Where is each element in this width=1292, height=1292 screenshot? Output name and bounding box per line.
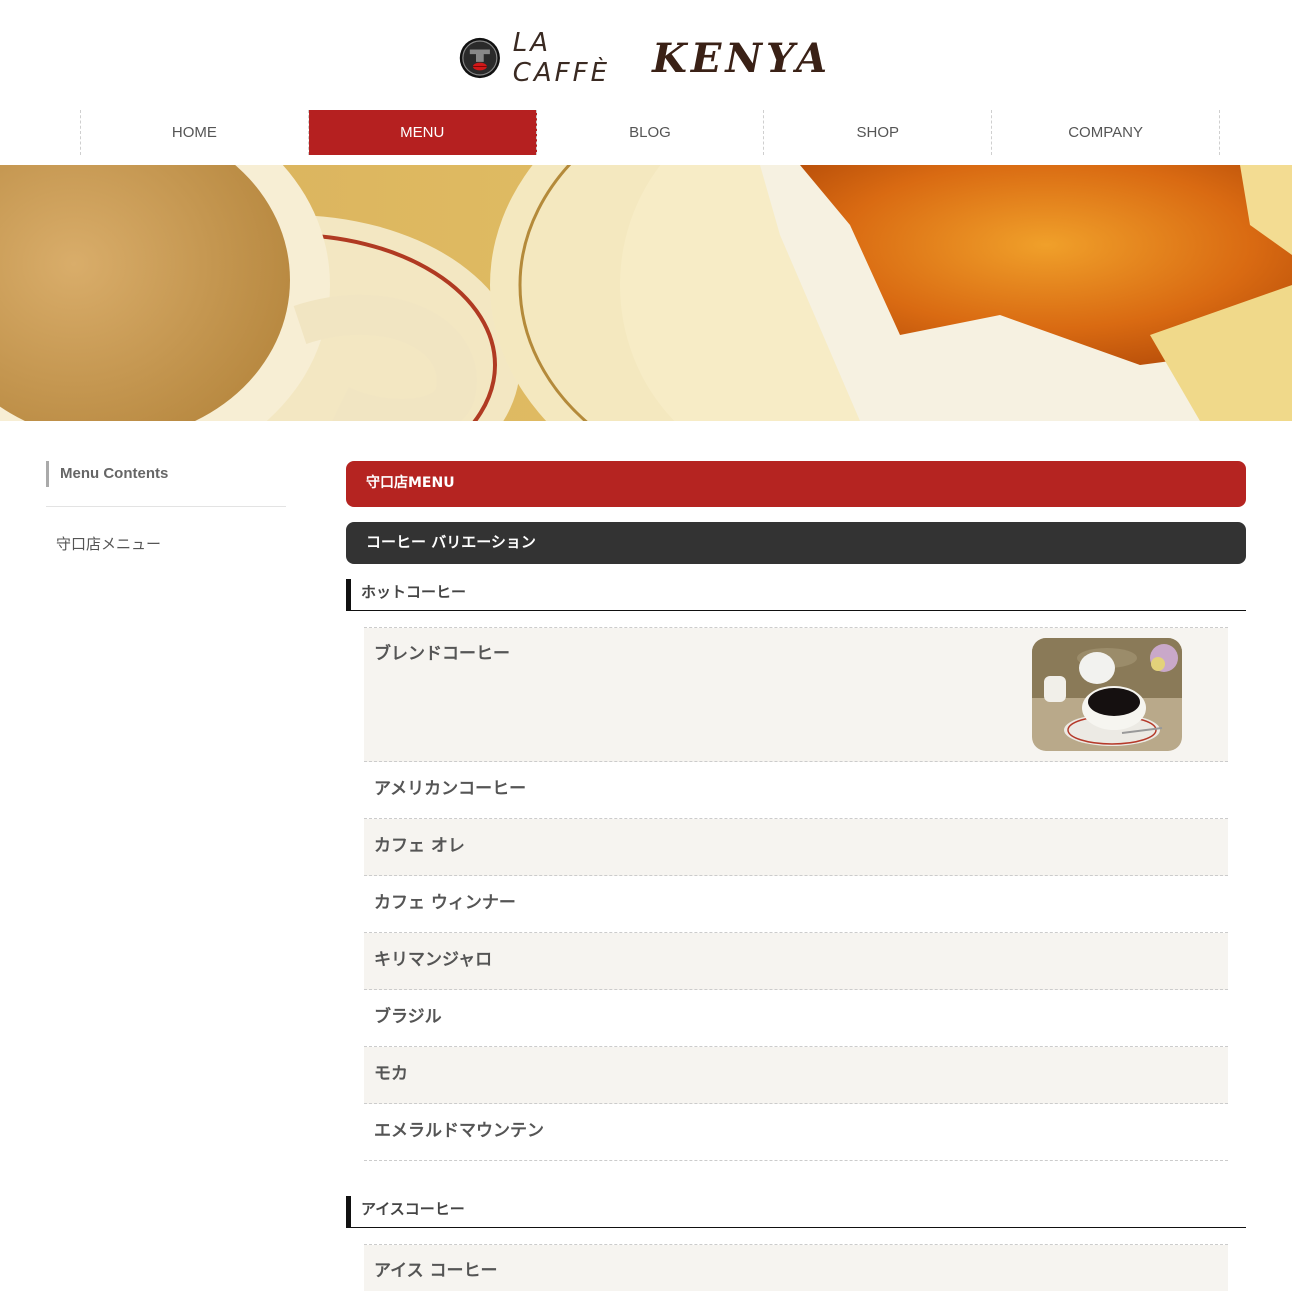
nav-company[interactable]: COMPANY (992, 110, 1220, 155)
list-item: アイス コーヒー (364, 1245, 1228, 1291)
main-content: 守口店MENU コーヒー バリエーション ホットコーヒー ブレンドコーヒー アメ… (346, 461, 1246, 1291)
global-nav: HOME MENU BLOG SHOP COMPANY (80, 110, 1220, 155)
page-title: 守口店MENU (346, 461, 1246, 507)
nav-shop[interactable]: SHOP (764, 110, 993, 155)
kenya-face-logo-icon (459, 37, 500, 79)
list-item: アメリカンコーヒー (364, 762, 1228, 819)
item-name: ブレンドコーヒー (374, 644, 510, 664)
nav-home[interactable]: HOME (81, 110, 309, 155)
site-logo[interactable]: LA CAFFÈ KENYA (459, 28, 831, 88)
list-item: エメラルドマウンテン (364, 1104, 1228, 1161)
list-item: キリマンジャロ (364, 933, 1228, 990)
item-name: エメラルドマウンテン (374, 1121, 544, 1141)
logo-text-la-caffe: LA CAFFÈ (512, 28, 610, 88)
iced-coffee-list: アイス コーヒー (364, 1244, 1228, 1291)
blend-coffee-photo (1032, 638, 1182, 751)
subheading-iced-coffee: アイスコーヒー (346, 1196, 1246, 1228)
hero-image (0, 165, 1292, 421)
section-heading: コーヒー バリエーション (346, 522, 1246, 564)
item-name: アイス コーヒー (374, 1261, 498, 1281)
list-item: モカ (364, 1047, 1228, 1104)
sidebar-divider (46, 506, 286, 507)
sidebar-link-moriguchi-menu[interactable]: 守口店メニュー (46, 533, 286, 554)
item-name: カフェ ウィンナー (374, 893, 516, 913)
list-item: カフェ オレ (364, 819, 1228, 876)
item-name: カフェ オレ (374, 836, 465, 856)
nav-menu[interactable]: MENU (308, 110, 537, 155)
nav-blog[interactable]: BLOG (537, 110, 765, 155)
list-item: ブラジル (364, 990, 1228, 1047)
logo-text-kenya: KENYA (652, 34, 831, 82)
sidebar: Menu Contents 守口店メニュー (46, 461, 286, 554)
subheading-hot-coffee: ホットコーヒー (346, 579, 1246, 611)
list-item: ブレンドコーヒー (364, 628, 1228, 762)
hot-coffee-list: ブレンドコーヒー アメリカンコーヒー カフェ オレ カフェ ウィンナー キリマン… (364, 627, 1228, 1161)
item-name: アメリカンコーヒー (374, 779, 527, 799)
list-item: カフェ ウィンナー (364, 876, 1228, 933)
item-name: キリマンジャロ (374, 950, 493, 970)
item-name: ブラジル (374, 1007, 442, 1027)
sidebar-heading: Menu Contents (46, 461, 286, 487)
item-name: モカ (374, 1064, 408, 1084)
